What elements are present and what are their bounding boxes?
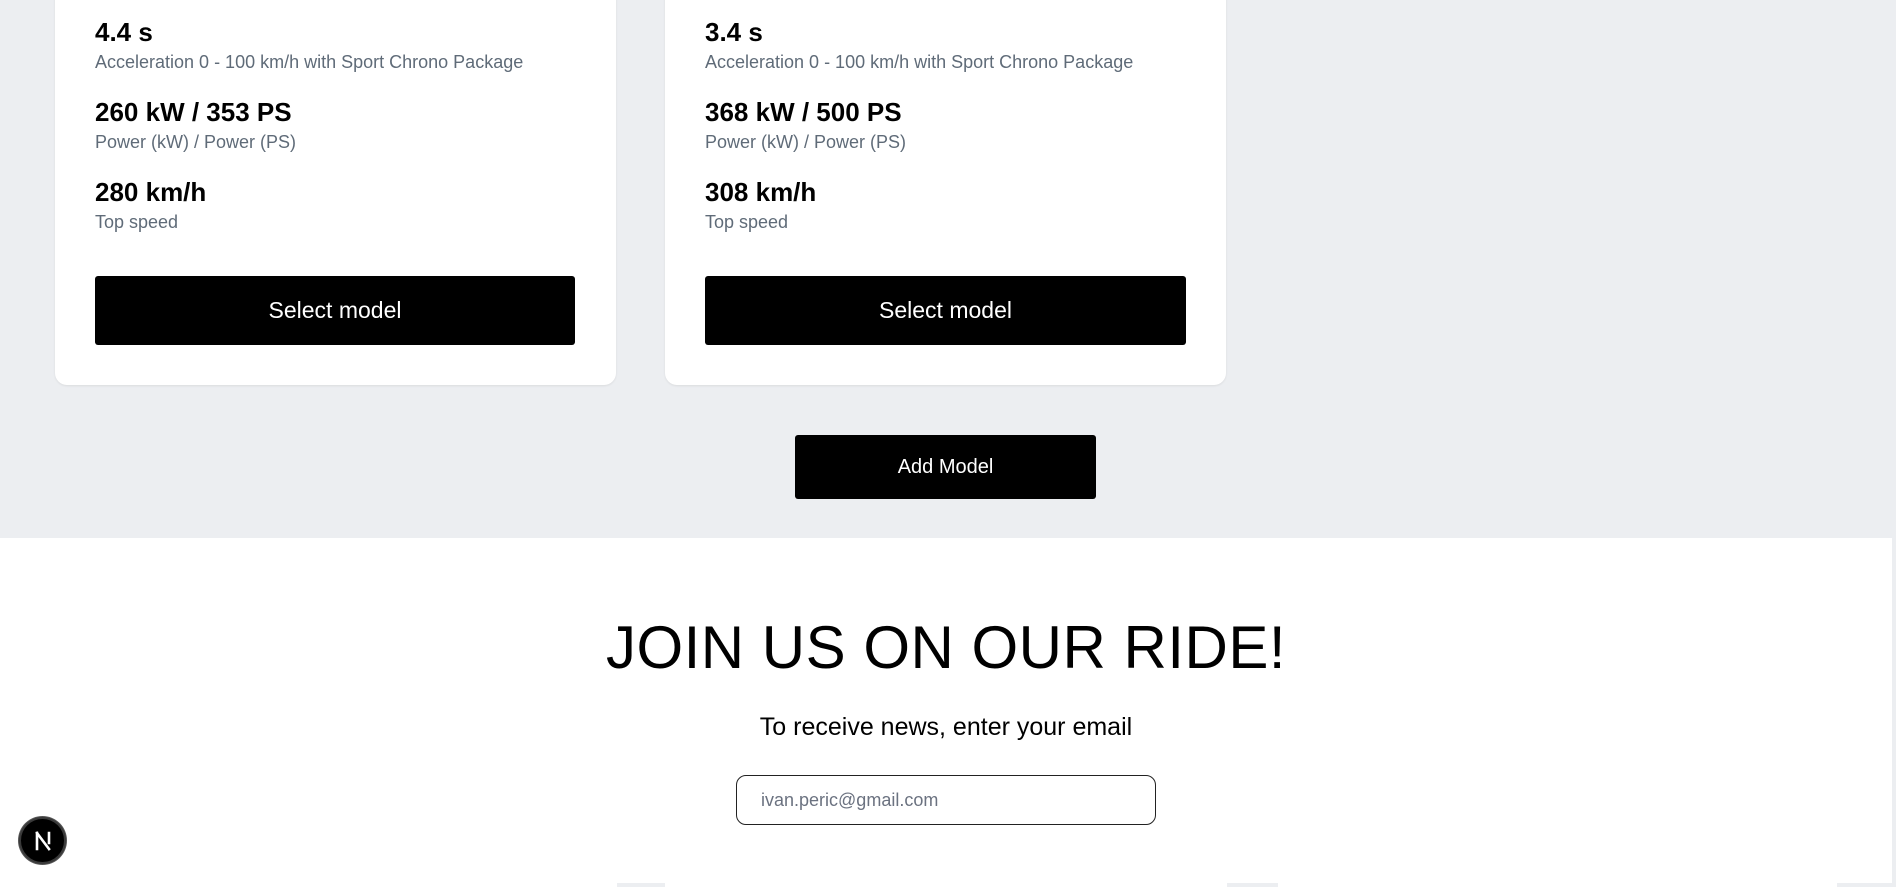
spec-value: 280 km/h — [95, 177, 207, 207]
models-section: 4.4 s Acceleration 0 - 100 km/h with Spo… — [0, 0, 1896, 538]
spec-top-speed: 280 km/h Top speed — [95, 177, 206, 233]
page-edge — [1892, 538, 1896, 887]
newsletter-section: JOIN US ON OUR RIDE! To receive news, en… — [0, 538, 1892, 887]
spec-value: 260 kW / 353 PS — [95, 97, 292, 127]
spec-acceleration: 4.4 s Acceleration 0 - 100 km/h with Spo… — [95, 17, 523, 73]
spec-value: 368 kW / 500 PS — [705, 97, 902, 127]
spec-label: Power (kW) / Power (PS) — [705, 132, 907, 152]
spec-label: Power (kW) / Power (PS) — [95, 132, 297, 152]
divider — [1837, 883, 1896, 887]
spec-label: Top speed — [95, 212, 179, 232]
select-model-button[interactable]: Select model — [705, 276, 1186, 345]
add-model-button[interactable]: Add Model — [795, 435, 1096, 499]
spec-acceleration: 3.4 s Acceleration 0 - 100 km/h with Spo… — [705, 17, 1133, 73]
spec-label: Acceleration 0 - 100 km/h with Sport Chr… — [95, 52, 524, 72]
divider — [617, 883, 665, 887]
nextjs-logo-icon — [34, 830, 51, 851]
model-card: 3.4 s Acceleration 0 - 100 km/h with Spo… — [665, 0, 1226, 385]
divider — [1227, 883, 1278, 887]
select-model-button[interactable]: Select model — [95, 276, 575, 345]
newsletter-title: JOIN US ON OUR RIDE! — [605, 614, 1287, 681]
spec-label: Top speed — [705, 212, 789, 232]
spec-power: 260 kW / 353 PS Power (kW) / Power (PS) — [95, 97, 296, 153]
spec-value: 3.4 s — [705, 17, 763, 47]
spec-value: 4.4 s — [95, 17, 153, 47]
spec-top-speed: 308 km/h Top speed — [705, 177, 816, 233]
nextjs-icon[interactable] — [19, 817, 66, 864]
email-input[interactable] — [736, 775, 1156, 825]
spec-label: Acceleration 0 - 100 km/h with Sport Chr… — [705, 52, 1134, 72]
model-card: 4.4 s Acceleration 0 - 100 km/h with Spo… — [55, 0, 616, 385]
spec-value: 308 km/h — [705, 177, 817, 207]
newsletter-subtitle: To receive news, enter your email — [759, 713, 1133, 741]
spec-power: 368 kW / 500 PS Power (kW) / Power (PS) — [705, 97, 906, 153]
